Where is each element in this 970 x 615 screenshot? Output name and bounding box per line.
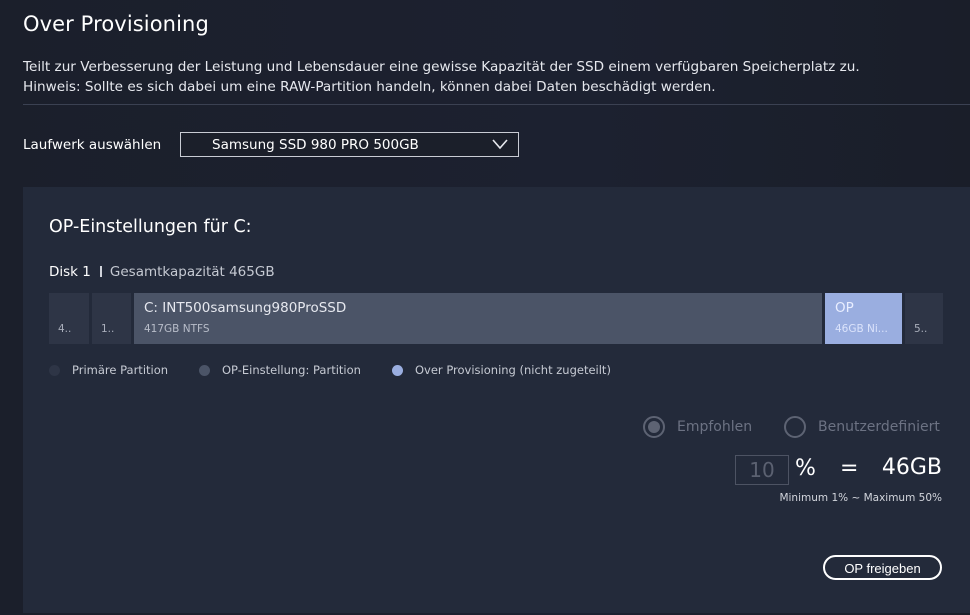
page-title: Over Provisioning: [23, 12, 209, 36]
drive-select[interactable]: Samsung SSD 980 PRO 500GB: [180, 132, 519, 157]
partition-name: C: INT500samsung980ProSSD: [144, 300, 347, 316]
disk-info: Disk 1 Gesamtkapazität 465GB: [49, 264, 275, 280]
op-size-result: 46GB: [881, 455, 942, 480]
legend-dot: [392, 364, 403, 376]
radio-custom-label: Benutzerdefiniert: [818, 419, 940, 435]
op-release-button[interactable]: OP freigeben: [823, 555, 942, 580]
partition-detail: 46GB Ni...: [835, 323, 888, 335]
legend-label: Primäre Partition: [72, 363, 169, 377]
partition-segment[interactable]: 4..: [49, 293, 89, 344]
chevron-down-icon: [492, 139, 508, 150]
legend-primary: Primäre Partition: [49, 363, 168, 377]
op-settings-title: OP-Einstellungen für C:: [49, 217, 252, 237]
description-line-2: Hinweis: Sollte es sich dabei um eine RA…: [23, 79, 716, 95]
radio-custom[interactable]: Benutzerdefiniert: [784, 416, 940, 438]
partition-label: 4..: [58, 323, 72, 335]
radio-unselected-icon: [784, 416, 806, 438]
over-provisioning-page: Over Provisioning Teilt zur Verbesserung…: [0, 0, 970, 615]
equals-sign: =: [840, 456, 859, 481]
legend-op-partition: OP-Einstellung: Partition: [199, 363, 361, 377]
legend-dot: [49, 364, 60, 376]
disk-name: Disk 1: [49, 264, 91, 280]
op-settings-panel: OP-Einstellungen für C: Disk 1 Gesamtkapa…: [23, 187, 970, 613]
legend-dot: [199, 364, 210, 376]
radio-selected-icon: [643, 416, 665, 438]
radio-recommended[interactable]: Empfohlen: [643, 416, 752, 438]
partition-segment-op[interactable]: OP 46GB Ni...: [825, 293, 902, 344]
range-hint: Minimum 1% ~ Maximum 50%: [779, 492, 942, 504]
percent-input[interactable]: 10: [735, 455, 789, 485]
partition-segment[interactable]: 1..: [92, 293, 131, 344]
partition-name: OP: [835, 300, 854, 316]
partition-segment-c[interactable]: C: INT500samsung980ProSSD 417GB NTFS: [134, 293, 822, 344]
partition-bar: 4.. 1.. C: INT500samsung980ProSSD 417GB …: [49, 293, 943, 344]
description-line-1: Teilt zur Verbesserung der Leistung und …: [23, 59, 860, 75]
legend-label: OP-Einstellung: Partition: [222, 363, 361, 377]
header-divider: [23, 104, 970, 105]
partition-segment[interactable]: 5..: [905, 293, 943, 344]
legend-over-provisioning: Over Provisioning (nicht zugeteilt): [392, 363, 611, 377]
radio-recommended-label: Empfohlen: [677, 419, 753, 435]
page-description: Teilt zur Verbesserung der Leistung und …: [23, 57, 943, 97]
partition-label: 5..: [914, 323, 928, 335]
drive-select-value: Samsung SSD 980 PRO 500GB: [212, 137, 419, 153]
disk-info-separator: [99, 266, 102, 277]
legend-label: Over Provisioning (nicht zugeteilt): [415, 363, 611, 377]
percent-sign: %: [795, 456, 816, 481]
drive-select-label: Laufwerk auswählen: [23, 137, 162, 153]
partition-detail: 417GB NTFS: [144, 323, 210, 335]
partition-label: 1..: [101, 323, 115, 335]
disk-capacity: Gesamtkapazität 465GB: [109, 264, 275, 280]
